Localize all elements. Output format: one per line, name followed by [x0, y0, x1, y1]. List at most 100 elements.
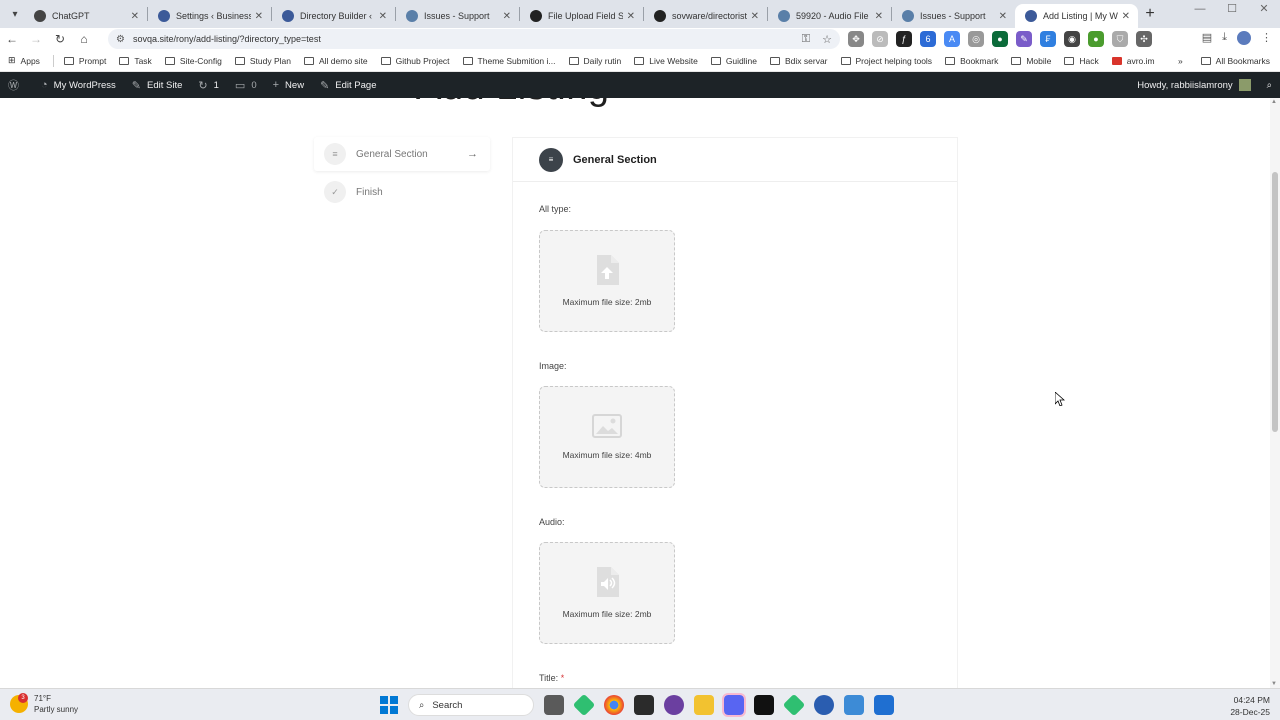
- bookmark-folder[interactable]: Live Website: [634, 56, 698, 66]
- app-icon[interactable]: [782, 693, 806, 717]
- browser-tab[interactable]: ChatGPT ✕: [24, 4, 147, 28]
- kebab-menu-icon[interactable]: ⋮: [1261, 31, 1272, 45]
- site-info-icon[interactable]: ⚙: [116, 34, 125, 45]
- browser-tab[interactable]: sovware/directorist: I ✕: [644, 4, 767, 28]
- close-window-icon[interactable]: ✕: [1248, 0, 1280, 28]
- bookmark-folder[interactable]: Task: [119, 56, 152, 66]
- wp-updates[interactable]: ↻ 1: [190, 72, 227, 98]
- sidebar-item-finish[interactable]: ✓ Finish: [314, 175, 490, 209]
- bookmark-folder[interactable]: Hack: [1064, 56, 1099, 66]
- browser-tab[interactable]: File Upload Field S ✕: [520, 4, 643, 28]
- app-icon[interactable]: [814, 695, 834, 715]
- extension-icon[interactable]: ƒ: [896, 31, 912, 47]
- more-bookmarks-chevron-icon[interactable]: »: [1178, 56, 1183, 66]
- bookmark-folder[interactable]: Github Project: [380, 56, 450, 66]
- extension-icon[interactable]: ●: [992, 31, 1008, 47]
- reload-icon[interactable]: ↻: [48, 32, 72, 46]
- puzzle-extensions-icon[interactable]: ✣: [1136, 31, 1152, 47]
- bookmark-folder[interactable]: Mobile: [1011, 56, 1051, 66]
- url-text[interactable]: sovqa.site/rony/add-listing/?directory_t…: [133, 34, 321, 44]
- close-tab-icon[interactable]: ✕: [751, 11, 759, 22]
- profile-avatar[interactable]: [1237, 31, 1251, 45]
- browser-tab-active[interactable]: Add Listing | My Wo ✕: [1015, 4, 1138, 28]
- bookmark-folder[interactable]: Prompt: [63, 56, 106, 66]
- audio-upload-zone[interactable]: Maximum file size: 2mb: [539, 542, 675, 644]
- extension-icon[interactable]: ●: [1088, 31, 1104, 47]
- bookmark-folder[interactable]: Site-Config: [164, 56, 222, 66]
- taskbar-search[interactable]: ⌕ Search: [408, 694, 534, 716]
- close-tab-icon[interactable]: ✕: [255, 11, 263, 22]
- extension-icon[interactable]: ✥: [848, 31, 864, 47]
- bookmark-apps[interactable]: ⊞ Apps: [8, 55, 40, 66]
- extension-icon[interactable]: ₣: [1040, 31, 1056, 47]
- browser-tab[interactable]: 59920 - Audio File Ic ✕: [768, 4, 891, 28]
- maximize-icon[interactable]: ☐: [1216, 0, 1248, 28]
- wp-search[interactable]: ⌕: [1259, 72, 1280, 98]
- discord-icon[interactable]: [722, 693, 746, 717]
- all-bookmarks-folder[interactable]: All Bookmarks: [1200, 56, 1270, 66]
- password-key-icon[interactable]: ⚿: [802, 33, 810, 46]
- app-icon[interactable]: [634, 695, 654, 715]
- forward-arrow-icon[interactable]: →: [24, 32, 48, 46]
- minimize-icon[interactable]: —: [1184, 0, 1216, 28]
- extension-icon[interactable]: ◉: [1064, 31, 1080, 47]
- app-icon[interactable]: [572, 693, 596, 717]
- home-icon[interactable]: ⌂: [72, 32, 96, 46]
- close-tab-icon[interactable]: ✕: [1122, 11, 1130, 22]
- browser-tab[interactable]: Settings ‹ Business Si ✕: [148, 4, 271, 28]
- translate-extension-icon[interactable]: A: [944, 31, 960, 47]
- wp-my-account[interactable]: Howdy, rabbiislamrony: [1129, 72, 1258, 98]
- bookmark-folder[interactable]: All demo site: [304, 56, 368, 66]
- close-tab-icon[interactable]: ✕: [503, 11, 511, 22]
- bookmark-folder[interactable]: Study Plan: [234, 56, 291, 66]
- close-tab-icon[interactable]: ✕: [999, 11, 1007, 22]
- close-tab-icon[interactable]: ✕: [875, 11, 883, 22]
- app-icon[interactable]: [664, 695, 684, 715]
- browser-tab[interactable]: Directory Builder ‹ Bu ✕: [272, 4, 395, 28]
- browser-tab[interactable]: Issues - Support ✕: [892, 4, 1015, 28]
- camera-extension-icon[interactable]: ◎: [968, 31, 984, 47]
- bookmark-folder[interactable]: Bdix servar: [770, 56, 828, 66]
- url-bar[interactable]: ⚙ sovqa.site/rony/add-listing/?directory…: [108, 29, 840, 49]
- pen-extension-icon[interactable]: ✎: [1016, 31, 1032, 47]
- scroll-down-arrow-icon[interactable]: ▼: [1271, 681, 1277, 687]
- all-type-upload-zone[interactable]: Maximum file size: 2mb: [539, 230, 675, 332]
- image-upload-zone[interactable]: Maximum file size: 4mb: [539, 386, 675, 488]
- wp-edit-page[interactable]: ✎ Edit Page: [312, 72, 384, 98]
- bookmark-folder[interactable]: Daily rutin: [568, 56, 621, 66]
- close-tab-icon[interactable]: ✕: [627, 11, 635, 22]
- bookmark-star-icon[interactable]: ☆: [822, 33, 832, 46]
- page-scrollbar[interactable]: ▲ ▼: [1270, 98, 1280, 688]
- sidebar-item-general-section[interactable]: ≡ General Section →: [314, 137, 490, 171]
- browser-tab[interactable]: Issues - Support ✕: [396, 4, 519, 28]
- app-icon[interactable]: [874, 695, 894, 715]
- wp-site-name[interactable]: ◔ My WordPress: [33, 72, 124, 98]
- extension-icon[interactable]: 6: [920, 31, 936, 47]
- close-tab-icon[interactable]: ✕: [379, 11, 387, 22]
- shield-extension-icon[interactable]: ⛉: [1112, 31, 1128, 47]
- wp-new[interactable]: + New: [265, 72, 312, 98]
- tab-search-chevron-icon[interactable]: ▾: [6, 9, 24, 20]
- back-arrow-icon[interactable]: ←: [0, 32, 24, 46]
- reading-list-icon[interactable]: ▤: [1202, 31, 1212, 45]
- app-icon[interactable]: [754, 695, 774, 715]
- clock[interactable]: 04:24 PM 28-Dec-25: [1230, 694, 1270, 718]
- close-tab-icon[interactable]: ✕: [131, 11, 139, 22]
- folder-icon[interactable]: [694, 695, 714, 715]
- weather-widget[interactable]: 3 71°F Partly sunny: [10, 693, 78, 715]
- scrollbar-thumb[interactable]: [1272, 172, 1278, 432]
- windows-start-icon[interactable]: [380, 696, 398, 714]
- bookmark-folder[interactable]: Bookmark: [945, 56, 998, 66]
- new-tab-plus-icon[interactable]: +: [1138, 5, 1162, 23]
- scroll-up-arrow-icon[interactable]: ▲: [1271, 99, 1277, 105]
- wp-logo-menu[interactable]: Ⓦ: [0, 72, 33, 98]
- wp-edit-site[interactable]: ✎ Edit Site: [124, 72, 191, 98]
- file-explorer-icon[interactable]: [544, 695, 564, 715]
- download-icon[interactable]: ⤓: [1222, 31, 1227, 45]
- app-icon[interactable]: [844, 695, 864, 715]
- extension-icon[interactable]: ⊘: [872, 31, 888, 47]
- chrome-icon[interactable]: [604, 695, 624, 715]
- bookmark-folder[interactable]: Theme Submition i...: [462, 56, 556, 66]
- bookmark-folder[interactable]: Guidline: [710, 56, 757, 66]
- bookmark-folder[interactable]: Project helping tools: [840, 56, 932, 66]
